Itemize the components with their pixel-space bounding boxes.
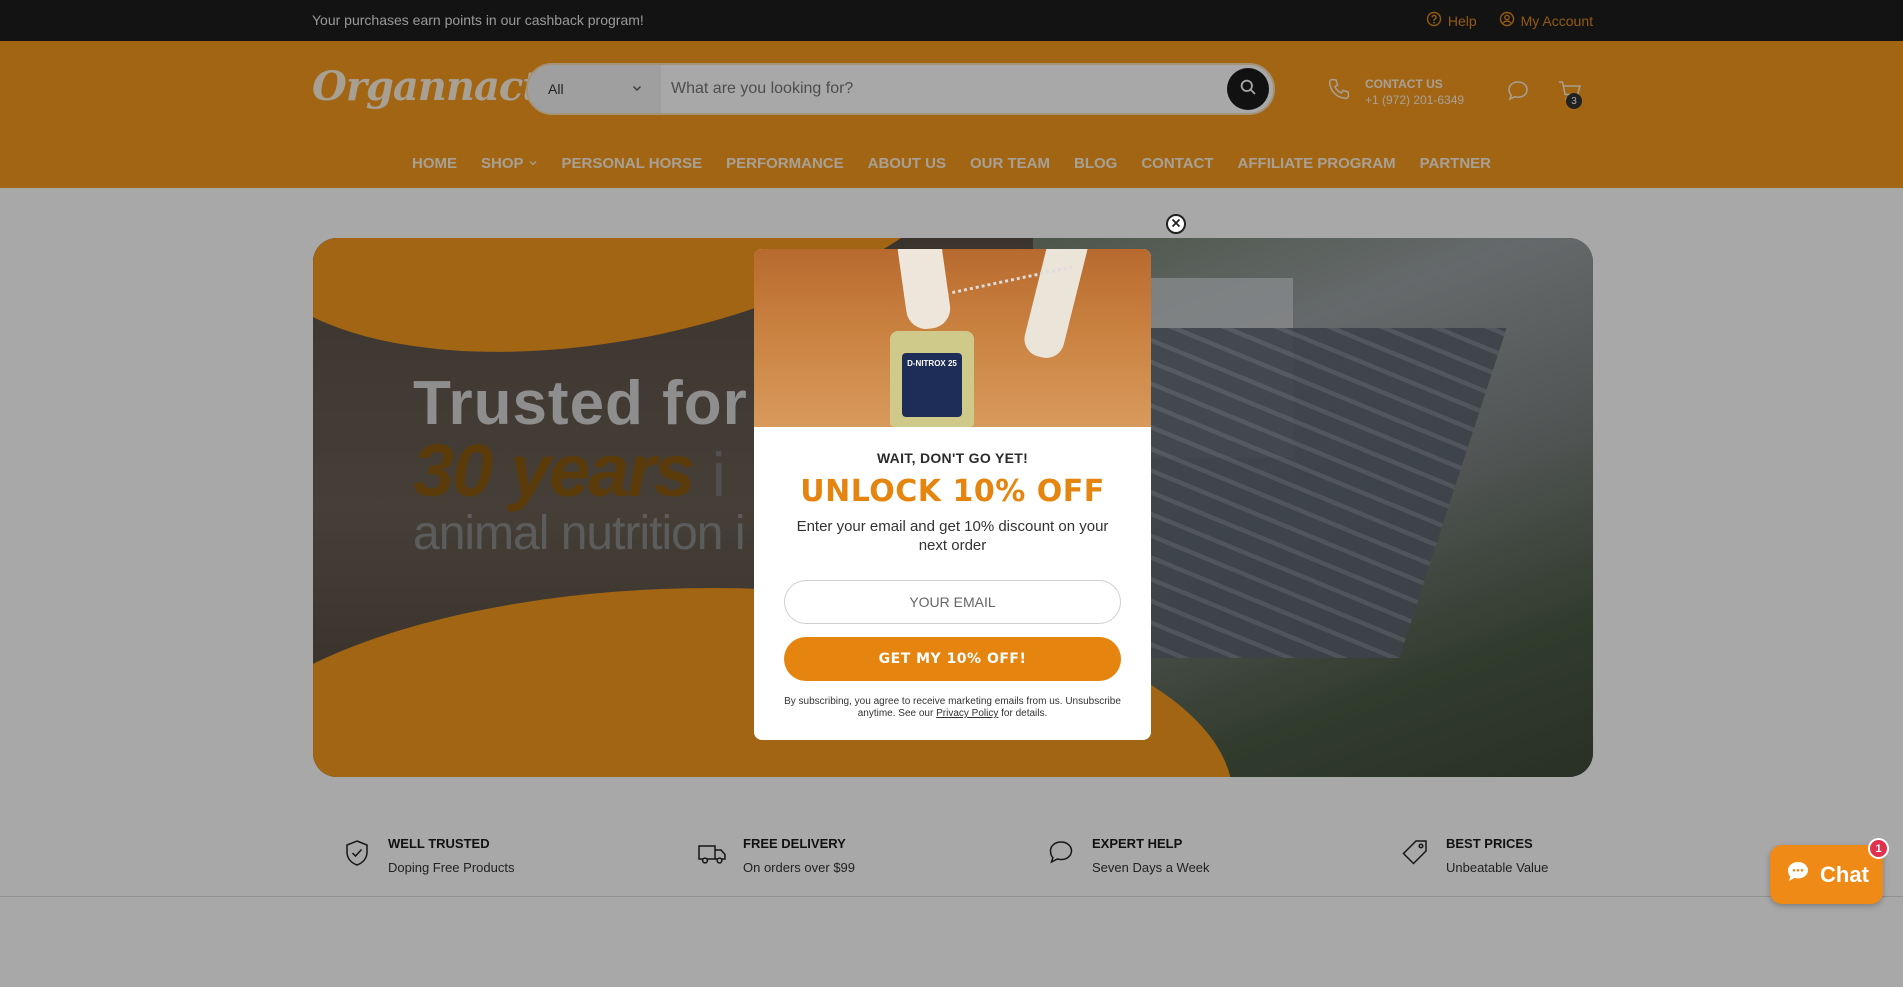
horse-muzzle [895,249,953,332]
chat-icon [1784,858,1812,892]
email-field[interactable] [784,580,1121,624]
chat-unread-badge: 1 [1868,838,1889,859]
popup-headline: UNLOCK 10% OFF [800,474,1105,509]
chat-label: Chat [1820,861,1869,887]
product-label: D-NITROX 25 [902,353,962,417]
chat-widget-button[interactable]: Chat [1770,845,1883,904]
close-icon [1171,215,1181,233]
get-discount-button[interactable]: GET MY 10% OFF! [784,637,1121,681]
popup-legal-text: By subscribing, you agree to receive mar… [783,696,1123,720]
popup-eyebrow: WAIT, DON'T GO YET! [876,450,1029,466]
legal-suffix: for details. [1001,708,1048,719]
discount-popup: D-NITROX 25 WAIT, DON'T GO YET! UNLOCK 1… [754,249,1151,740]
popup-body: WAIT, DON'T GO YET! UNLOCK 10% OFF Enter… [754,427,1151,720]
horse-leg [1020,249,1094,362]
popup-product-image: D-NITROX 25 [754,249,1151,427]
popup-close-button[interactable] [1166,214,1186,234]
privacy-policy-link[interactable]: Privacy Policy [936,708,998,719]
popup-subtext: Enter your email and get 10% discount on… [796,518,1109,554]
